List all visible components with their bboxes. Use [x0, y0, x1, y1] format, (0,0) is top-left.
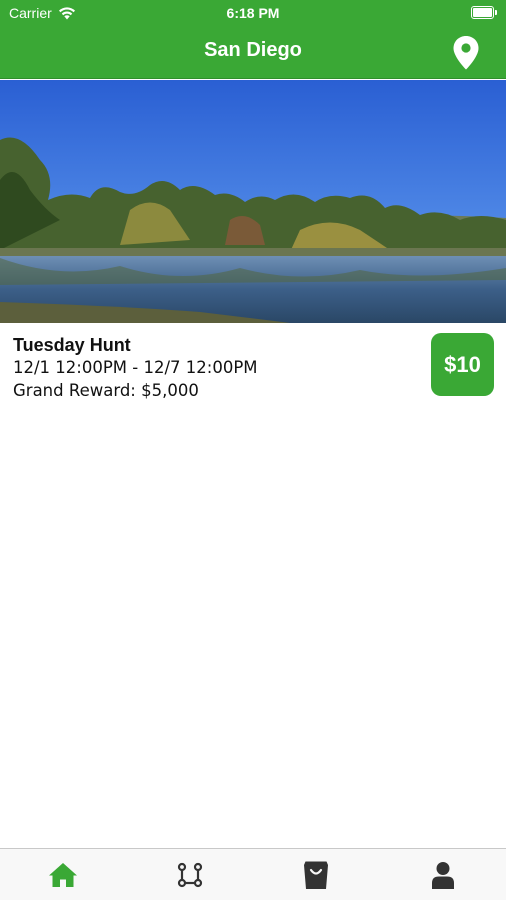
app-screen: Carrier 6:18 PM San Diego Tuesday Hunt 1… [0, 0, 506, 900]
home-icon [49, 862, 78, 887]
tab-home[interactable] [0, 849, 127, 900]
tab-bar [0, 848, 506, 900]
price-button[interactable]: $10 [431, 333, 494, 396]
hunt-title: Tuesday Hunt [13, 335, 131, 355]
hunt-dates: 12/1 12:00PM - 12/7 12:00PM [13, 358, 258, 377]
page-title: San Diego [204, 39, 302, 61]
tab-route[interactable] [127, 849, 254, 900]
tab-shop[interactable] [253, 849, 380, 900]
location-button[interactable] [452, 35, 480, 71]
tab-profile[interactable] [380, 849, 506, 900]
map-pin-icon [453, 36, 479, 70]
hunt-card[interactable]: Tuesday Hunt 12/1 12:00PM - 12/7 12:00PM… [0, 323, 506, 408]
shopping-bag-icon [304, 861, 329, 889]
status-time: 6:18 PM [226, 5, 280, 21]
person-icon [431, 861, 454, 889]
hunt-cover-image [0, 80, 506, 323]
status-bar: Carrier 6:18 PM [0, 0, 506, 26]
header: Carrier 6:18 PM San Diego [0, 0, 506, 79]
hunt-reward: Grand Reward: $5,000 [13, 381, 199, 400]
route-icon [177, 862, 202, 887]
battery-icon [471, 6, 497, 19]
